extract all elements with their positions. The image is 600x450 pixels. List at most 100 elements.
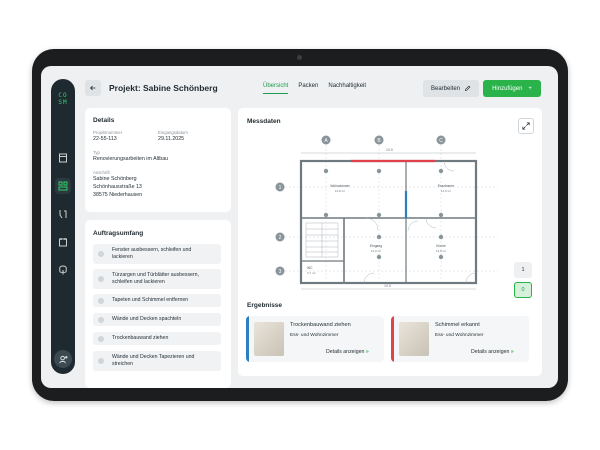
room-wohnzimmer-area: 16,8 m² xyxy=(335,189,345,193)
scope-item-text: Türzargen und Türblätter ausbessern, xyxy=(112,272,199,278)
room-eingang-area: 14,0 m² xyxy=(371,249,381,253)
expand-button[interactable] xyxy=(518,118,534,134)
app-logo: CO SM xyxy=(58,92,68,106)
scope-item-text: Wände und Decken Tapezieren und xyxy=(112,354,195,360)
address-street: Schönhausstraße 13 xyxy=(93,184,142,190)
sidebar: CO SM xyxy=(51,79,75,374)
checkbox-icon[interactable] xyxy=(98,335,104,342)
type-label: Typ xyxy=(93,150,100,155)
top-bar: Projekt: Sabine Schönberg Übersicht Pack… xyxy=(85,78,545,100)
room-wc-area: 3,7 m² xyxy=(307,271,316,275)
result-title: Trockenbauwand ziehen xyxy=(290,322,351,328)
edit-button-label: Bearbeiten xyxy=(430,85,461,92)
back-button[interactable] xyxy=(85,80,101,96)
scope-item-text: Trockenbauwand ziehen xyxy=(112,335,169,341)
dimension-bottom: 10.5 xyxy=(384,284,391,288)
result-details-link[interactable]: Details anzeigen » xyxy=(471,349,514,355)
checkbox-icon[interactable] xyxy=(98,358,104,364)
room-esszimmer-area: 12,6 m² xyxy=(441,189,451,193)
project-number-label: Projektnummer xyxy=(93,130,123,135)
tab-uebersicht[interactable]: Übersicht xyxy=(263,83,289,94)
result-subtitle: Ess- und Wohnzimmer xyxy=(435,333,484,338)
measurements-title: Messdaten xyxy=(247,118,281,125)
result-details-link[interactable]: Details anzeigen » xyxy=(326,349,369,355)
scope-item[interactable]: Wände und Decken Tapezieren und streiche… xyxy=(93,351,221,371)
result-subtitle: Ess- und Wohnzimmer xyxy=(290,333,339,338)
scope-item[interactable]: Trockenbauwand ziehen xyxy=(93,332,221,345)
floor-1-button[interactable]: 1 xyxy=(514,262,532,278)
project-number: 22-55-113 xyxy=(93,136,117,142)
axis-2-label: 2 xyxy=(279,235,282,241)
tab-bar: Übersicht Packen Nachhaltigkeit xyxy=(263,83,366,94)
room-kueche: Küche xyxy=(436,244,446,248)
scope-item-text-2: lackieren xyxy=(112,254,133,260)
room-esszimmer: Esszimmer xyxy=(438,184,455,188)
scope-item-text: Fenster ausbessern, schleifen und xyxy=(112,247,192,253)
scope-item[interactable]: Tapeten und Schimmel entfernen xyxy=(93,294,221,307)
user-add-button[interactable] xyxy=(54,350,72,368)
result-card[interactable]: Schimmel erkannt Ess- und Wohnzimmer Det… xyxy=(391,316,529,362)
result-title: Schimmel erkannt xyxy=(435,322,480,328)
checkbox-icon[interactable] xyxy=(98,251,104,257)
address-city: 38575 Niederhausen xyxy=(93,192,143,198)
scope-item-text: Wände und Decken spachteln xyxy=(112,316,182,322)
pencil-icon xyxy=(464,85,471,92)
details-card: Details Projektnummer 22-55-113 Eingangs… xyxy=(85,108,231,212)
address-name: Sabine Schönberg xyxy=(93,176,137,182)
result-thumbnail xyxy=(254,322,284,356)
result-color-bar xyxy=(246,316,249,362)
results-title: Ergebnisse xyxy=(247,302,283,309)
room-wc: WC xyxy=(307,266,313,270)
scope-card: Auftragsumfang Fenster ausbessern, schle… xyxy=(85,220,231,388)
scope-item-text-2: streichen xyxy=(112,361,134,367)
tab-nachhaltigkeit[interactable]: Nachhaltigkeit xyxy=(328,83,366,94)
calendar-icon[interactable] xyxy=(55,234,71,250)
scope-item[interactable]: Türzargen und Türblätter ausbessern, sch… xyxy=(93,269,221,289)
scope-title: Auftragsumfang xyxy=(93,230,144,237)
arrow-left-icon xyxy=(90,85,96,91)
scope-item[interactable]: Fenster ausbessern, schleifen und lackie… xyxy=(93,244,221,264)
room-kueche-area: 14,8 m² xyxy=(436,249,446,253)
measurements-card: Messdaten A B C 1 2 3 10.5 Wohnzimmer 16… xyxy=(238,108,542,376)
floor-0-button[interactable]: 0 xyxy=(514,282,532,298)
chevrons-right-icon: » xyxy=(510,349,514,355)
date-value: 29.11.2025 xyxy=(158,136,185,142)
layers-icon[interactable] xyxy=(55,178,71,194)
scope-item-text-2: schleifen und lackieren xyxy=(112,279,165,285)
address-label: Anschrift xyxy=(93,170,110,175)
plus-icon: + xyxy=(528,85,532,92)
tree-icon[interactable] xyxy=(55,262,71,278)
result-link-label: Details anzeigen xyxy=(471,349,510,355)
date-label: Eingangsdatum xyxy=(158,130,188,135)
tab-packen[interactable]: Packen xyxy=(298,83,318,94)
scope-item[interactable]: Wände und Decken spachteln xyxy=(93,313,221,326)
checkbox-icon[interactable] xyxy=(98,276,104,282)
result-link-label: Details anzeigen xyxy=(326,349,365,355)
app-screen: CO SM Projekt: Sabine Schönberg Übersich… xyxy=(41,66,558,388)
type-value: Renovierungsarbeiten im Altbau xyxy=(93,156,169,162)
details-title: Details xyxy=(93,117,115,124)
edit-button[interactable]: Bearbeiten xyxy=(423,80,479,97)
expand-icon xyxy=(522,122,530,130)
floor-plan[interactable]: A B C 1 2 3 10.5 Wohnzimmer 16,8 m² Essz… xyxy=(266,131,516,293)
dimension-top: 10.5 xyxy=(386,148,393,152)
result-card[interactable]: Trockenbauwand ziehen Ess- und Wohnzimme… xyxy=(246,316,384,362)
checkbox-icon[interactable] xyxy=(98,316,104,323)
axis-c-label: C xyxy=(439,138,443,144)
result-thumbnail xyxy=(399,322,429,356)
user-add-icon xyxy=(58,355,68,363)
camera-dot xyxy=(297,55,302,60)
checkbox-icon[interactable] xyxy=(98,297,104,304)
add-button-label: Hinzufügen xyxy=(492,85,523,92)
scope-item-text: Tapeten und Schimmel entfernen xyxy=(112,297,189,303)
room-eingang: Eingang xyxy=(370,244,382,248)
axis-3-label: 3 xyxy=(279,269,282,275)
document-icon[interactable] xyxy=(55,150,71,166)
result-color-bar xyxy=(391,316,394,362)
tools-icon[interactable] xyxy=(55,206,71,222)
chevrons-right-icon: » xyxy=(365,349,369,355)
axis-1-label: 1 xyxy=(279,185,282,191)
add-button[interactable]: Hinzufügen + xyxy=(483,80,541,97)
page-title: Projekt: Sabine Schönberg xyxy=(109,83,218,93)
room-wohnzimmer: Wohnzimmer xyxy=(330,184,350,188)
